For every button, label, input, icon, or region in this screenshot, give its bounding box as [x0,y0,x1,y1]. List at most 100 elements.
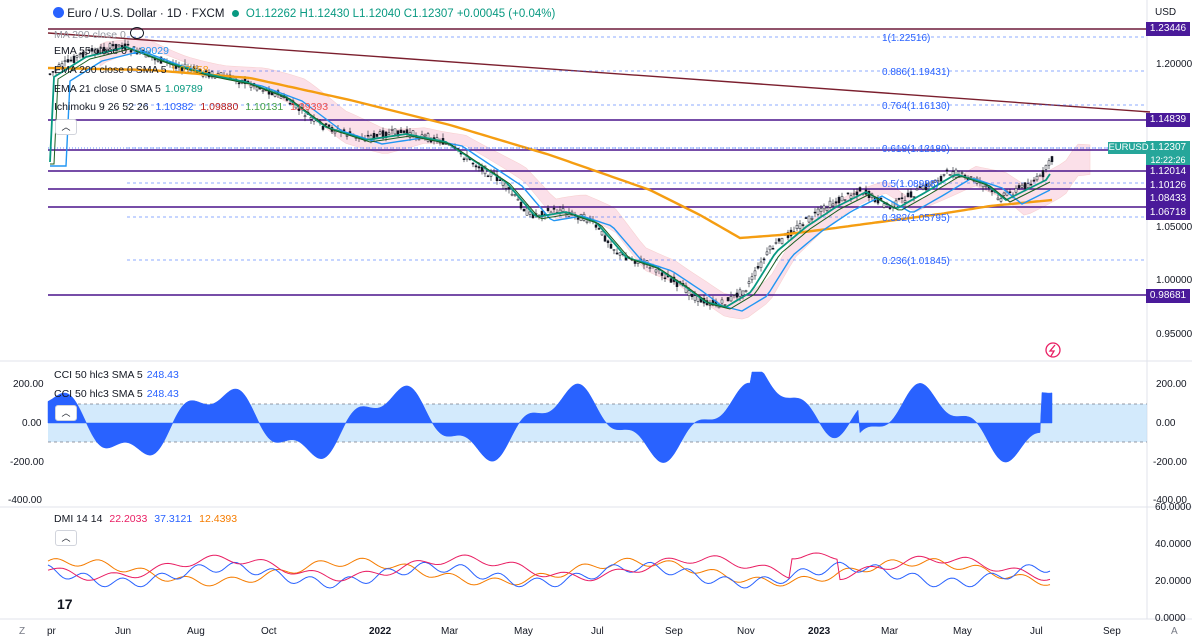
cci-axis-right: 200.00 [1156,379,1187,390]
candle-body [798,223,802,229]
candle-body [762,258,766,261]
candle-body [756,266,760,269]
fib-level-label: 0.382(1.05795) [882,213,950,224]
candle-body [729,296,733,302]
time-axis-label: Jul [591,626,604,637]
candle-body [255,86,259,91]
candle-body [990,190,994,193]
candle-body [66,59,70,63]
tradingview-logo[interactable]: 17 [57,596,73,612]
candle-body [687,290,691,296]
candle-body [594,224,598,228]
candle-body [834,201,838,204]
candle-body [765,251,769,256]
candle-body [801,224,805,226]
legend-cci-1[interactable]: CCI 50 hlc3 SMA 5 248.43 [54,369,183,381]
candle-body [63,60,67,63]
legend-dmi[interactable]: DMI 14 14 22.2033 37.3121 12.4393 [54,513,241,525]
candle-body [513,194,517,197]
dmi-minus-line [47,552,1051,582]
time-axis-label: Jun [115,626,132,637]
candle-body [597,228,601,230]
candle-body [603,235,607,242]
legend-ichimoku[interactable]: Ichimoku 9 26 52 26 1.10382 1.09880 1.10… [54,101,332,113]
price-tag-level[interactable]: 1.14839 [1146,113,1190,127]
candle-body [720,299,724,304]
legend-ema21[interactable]: EMA 21 close 0 SMA 5 1.09789 [54,83,207,95]
candle-body [1032,179,1036,182]
price-tag-level[interactable]: 1.12014 [1146,165,1190,179]
reset-zoom-button[interactable]: Z [19,626,25,637]
lightning-icon[interactable] [1045,342,1061,358]
price-tag-level[interactable]: 1.08433 [1146,192,1190,206]
collapse-legend-button[interactable]: ︿ [55,119,77,135]
legend-ma200[interactable]: MA 200 close 0 [54,27,148,41]
collapse-cci-button[interactable]: ︿ [55,405,77,421]
candle-body [390,129,394,131]
candle-body [750,276,754,281]
candle-body [648,267,652,269]
price-tag-level[interactable]: 1.23446 [1146,22,1190,36]
legend-ema55[interactable]: EMA 55 close 0 1.09029 [54,45,173,57]
price-tag-level[interactable]: 0.98681 [1146,289,1190,303]
legend-ema200[interactable]: EMA 200 close 0 SMA 5 1.07458 [54,64,213,76]
candle-body [1029,183,1033,186]
candle-body [618,252,622,256]
candle-body [795,225,799,229]
candle-body [372,133,376,139]
candle-body [663,277,667,280]
candle-body [261,90,265,92]
currency-label[interactable]: USD [1155,7,1176,18]
candle-body [819,208,823,212]
time-axis-label: Jul [1030,626,1043,637]
symbol-title[interactable]: Euro / U.S. Dollar · 1D · FXCM [67,8,224,20]
candle-body [600,230,604,236]
candle-body [837,196,841,204]
dmi-axis: 60.0000 [1155,502,1192,513]
candle-body [726,297,730,302]
candle-body [738,289,742,297]
candle-body [816,208,820,215]
candle-body [948,174,952,176]
cci-axis-left: 200.00 [13,379,44,390]
cci-axis-left: -400.00 [8,495,42,506]
candle-body [744,290,748,292]
candle-body [669,278,673,283]
candle-body [327,124,331,127]
hidden-eye-icon[interactable] [129,27,144,39]
candle-body [378,131,382,135]
candle-body [546,207,550,212]
candle-body [774,242,778,244]
candle-body [810,218,814,220]
legend-cci-2[interactable]: CCI 50 hlc3 SMA 5 248.43 [54,388,183,400]
time-axis-label: May [953,626,972,637]
fib-level-label: 1(1.22516) [882,33,930,44]
candle-body [732,293,736,296]
candle-body [333,131,337,134]
price-axis-label: 1.05000 [1156,222,1192,233]
candle-body [843,199,847,201]
collapse-dmi-button[interactable]: ︿ [55,530,77,546]
candle-body [552,207,556,210]
candle-body [321,125,325,130]
candle-body [858,187,862,192]
candle-body [69,59,73,62]
time-axis-label: May [514,626,533,637]
price-tag-level[interactable]: 1.06718 [1146,206,1190,220]
price-candles [48,39,1054,310]
market-status-icon [231,10,239,17]
symbol-tag[interactable]: EURUSD [1108,142,1149,154]
fib-retracement[interactable] [127,36,1147,261]
candle-body [822,205,826,210]
chart-canvas[interactable]: 1(1.22516) 0.886(1.19431) 0.764(1.16130) 0.… [0,0,1192,641]
candle-body [429,140,433,143]
auto-scale-button[interactable]: A [1171,626,1178,637]
candle-body [882,203,886,208]
time-axis-label: Oct [261,626,277,637]
price-tag-level[interactable]: 1.10126 [1146,179,1190,193]
candle-body [996,197,1000,200]
candle-body [1017,185,1021,189]
candle-body [690,294,694,297]
candle-body [735,292,739,298]
candle-body [813,211,817,214]
